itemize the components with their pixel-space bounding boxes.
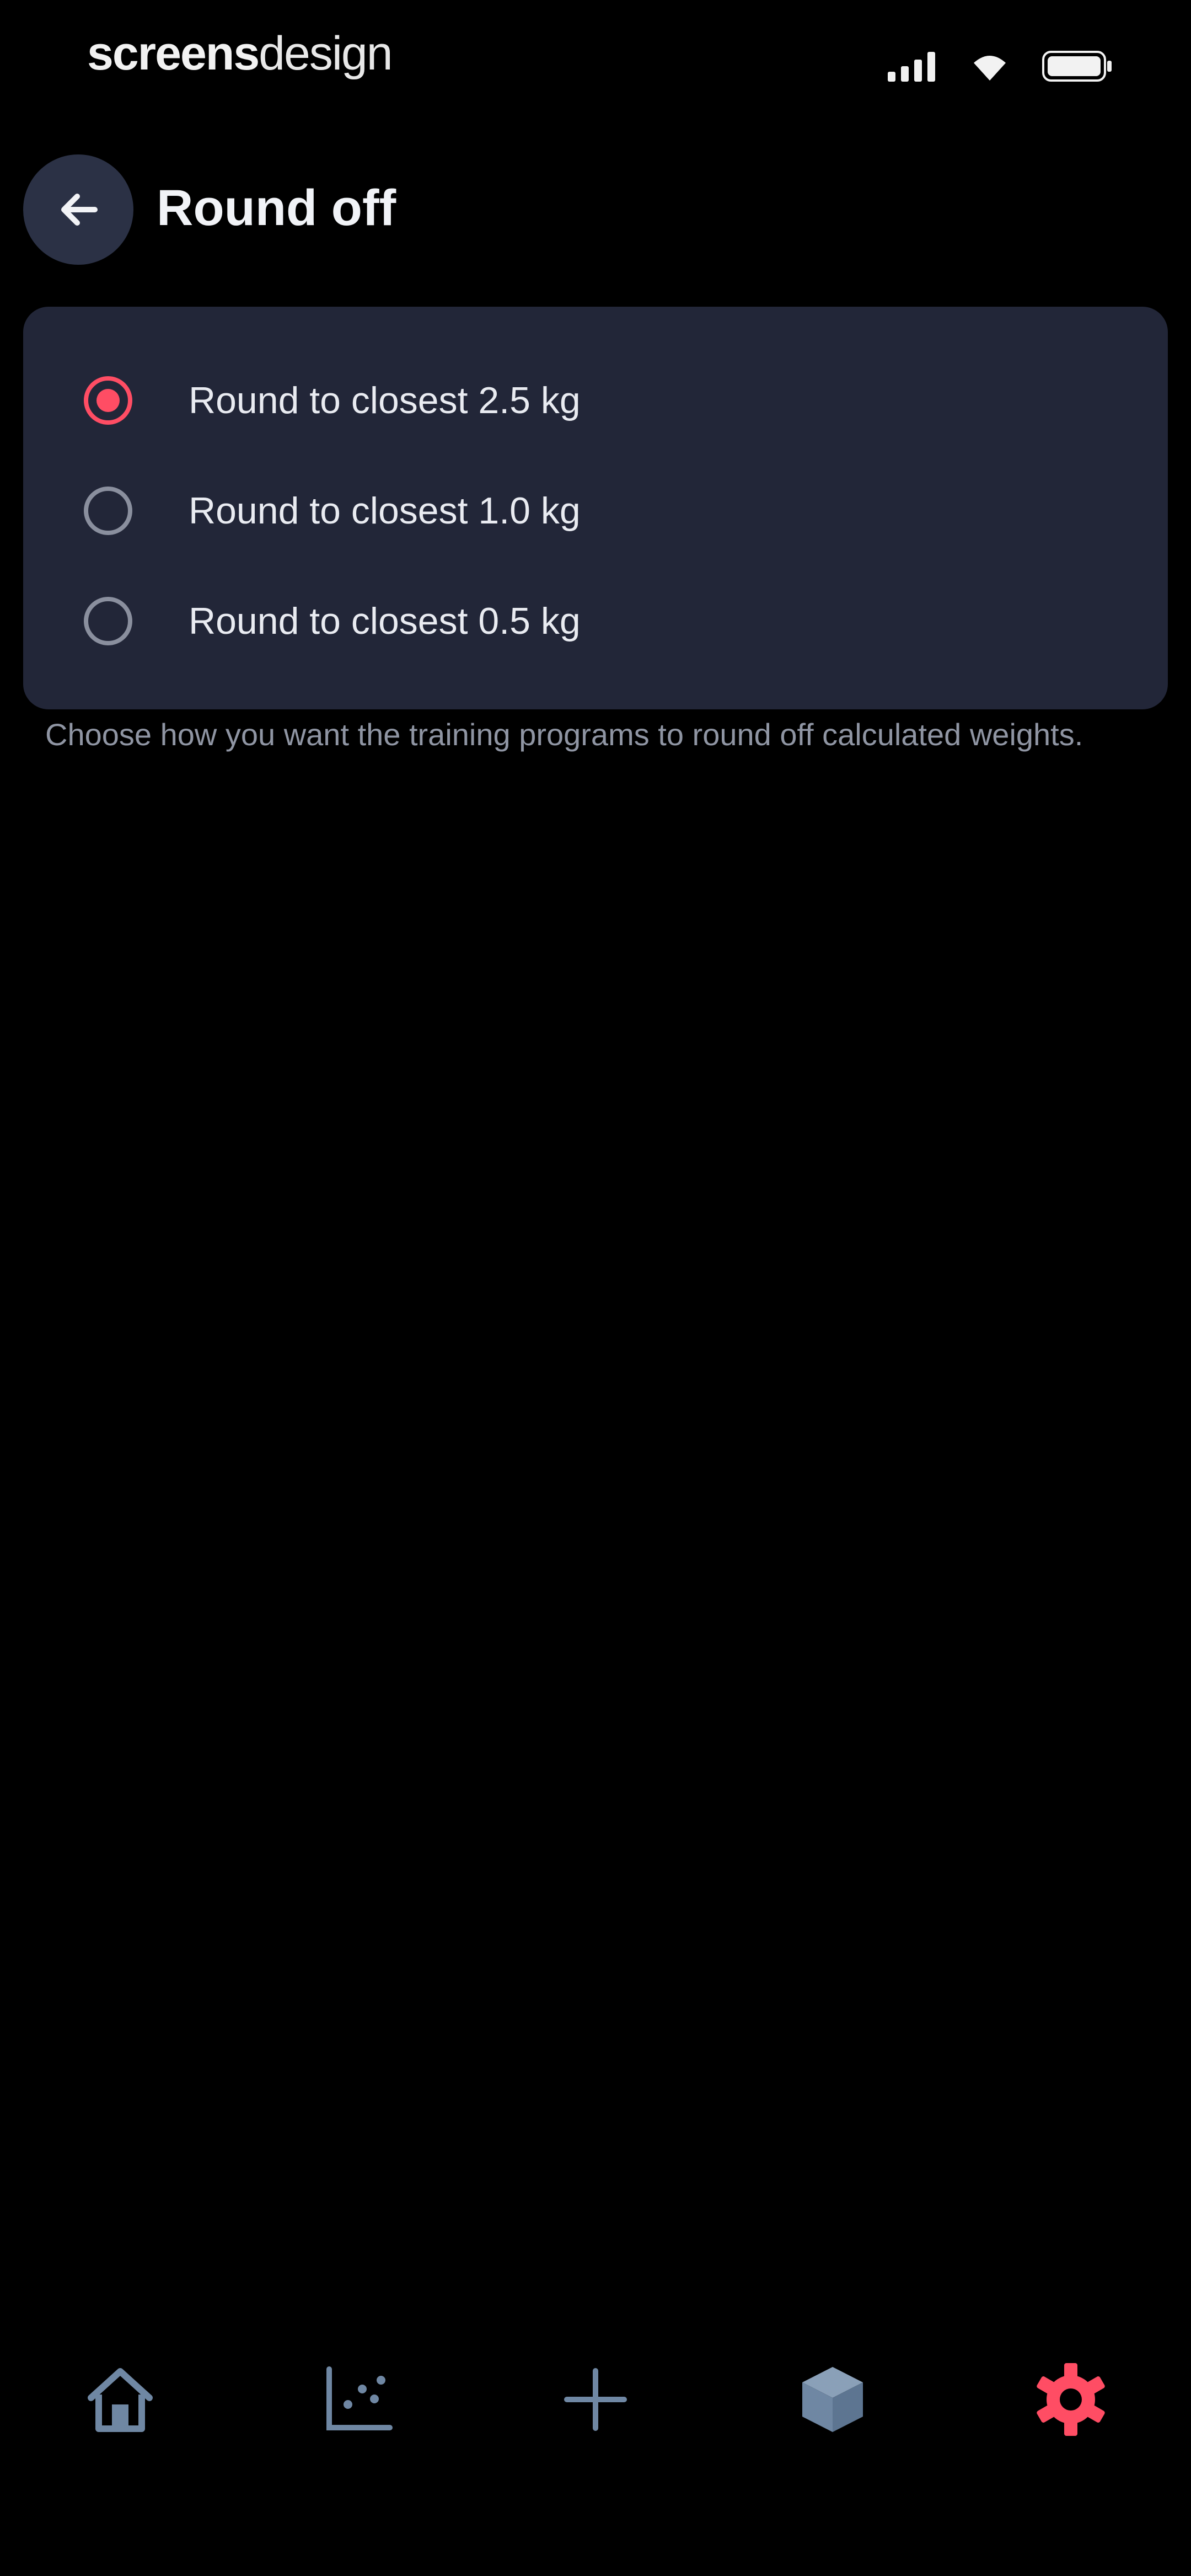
- nav-statistics[interactable]: [302, 2344, 412, 2455]
- arrow-left-icon: [61, 194, 98, 226]
- option-round-0-5-kg[interactable]: Round to closest 0.5 kg: [23, 566, 1168, 676]
- option-round-2-5-kg[interactable]: Round to closest 2.5 kg: [23, 345, 1168, 456]
- page-title: Round off: [157, 180, 396, 236]
- home-icon: [88, 2368, 153, 2432]
- option-label: Round to closest 1.0 kg: [189, 490, 581, 532]
- plus-icon: [564, 2368, 627, 2431]
- option-round-1-0-kg[interactable]: Round to closest 1.0 kg: [23, 456, 1168, 566]
- nav-programs[interactable]: [777, 2344, 888, 2455]
- chart-icon: [326, 2366, 393, 2430]
- radio-button-selected[interactable]: [84, 376, 132, 425]
- status-bar: screensdesign: [0, 0, 1191, 127]
- helper-text: Choose how you want the training program…: [45, 717, 1083, 752]
- bottom-navigation: [0, 2344, 1191, 2466]
- gear-icon: [1037, 2363, 1105, 2436]
- radio-button[interactable]: [84, 487, 132, 535]
- cube-icon: [802, 2367, 863, 2432]
- battery-icon: [1042, 51, 1112, 82]
- back-button[interactable]: [23, 154, 133, 265]
- screensdesign-watermark: screensdesign: [87, 27, 393, 80]
- nav-home[interactable]: [65, 2344, 175, 2455]
- wifi-icon: [974, 56, 1006, 81]
- round-off-options-card: Round to closest 2.5 kg Round to closest…: [23, 307, 1168, 709]
- signal-icon: [888, 52, 935, 82]
- option-label: Round to closest 0.5 kg: [189, 600, 581, 642]
- status-icons: [888, 50, 1114, 83]
- radio-dot: [96, 389, 120, 412]
- option-label: Round to closest 2.5 kg: [189, 380, 581, 421]
- nav-settings[interactable]: [1016, 2344, 1126, 2455]
- radio-button[interactable]: [84, 597, 132, 645]
- nav-add[interactable]: [540, 2344, 651, 2455]
